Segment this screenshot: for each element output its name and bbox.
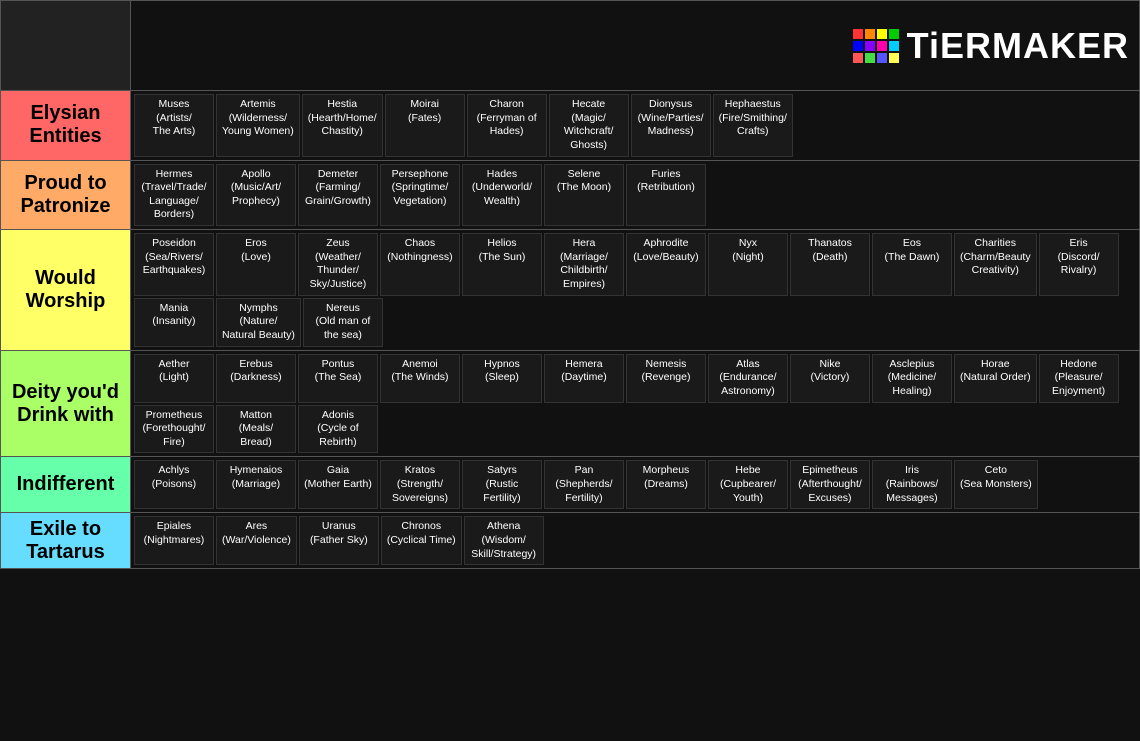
deity-card-athena[interactable]: Athena (Wisdom/ Skill/Strategy)	[464, 516, 544, 565]
tier-row-patronize: Proud to PatronizeHermes (Travel/Trade/ …	[1, 160, 1140, 230]
deity-card-satyrs[interactable]: Satyrs (Rustic Fertility)	[462, 460, 542, 509]
deity-card-hestia[interactable]: Hestia (Hearth/Home/ Chastity)	[302, 94, 383, 157]
deity-card-eos[interactable]: Eos (The Dawn)	[872, 233, 952, 296]
tier-row-exile: Exile to TartarusEpiales (Nightmares)Are…	[1, 513, 1140, 569]
deity-card-hermes[interactable]: Hermes (Travel/Trade/ Language/ Borders)	[134, 164, 214, 227]
deity-card-eris[interactable]: Eris (Discord/ Rivalry)	[1039, 233, 1119, 296]
deity-card-pan[interactable]: Pan (Shepherds/ Fertility)	[544, 460, 624, 509]
tier-label-worship: Would Worship	[1, 230, 131, 350]
tier-table: TiERMAKER Elysian EntitiesMuses (Artists…	[0, 0, 1140, 569]
deity-card-aether[interactable]: Aether (Light)	[134, 354, 214, 403]
deity-card-iris[interactable]: Iris (Rainbows/ Messages)	[872, 460, 952, 509]
tier-label-patronize: Proud to Patronize	[1, 160, 131, 230]
deity-card-hypnos[interactable]: Hypnos (Sleep)	[462, 354, 542, 403]
tier-label-indifferent: Indifferent	[1, 457, 131, 513]
deity-card-asclepius[interactable]: Asclepius (Medicine/ Healing)	[872, 354, 952, 403]
deity-card-pontus[interactable]: Pontus (The Sea)	[298, 354, 378, 403]
deity-card-selene[interactable]: Selene (The Moon)	[544, 164, 624, 227]
deity-card-charon[interactable]: Charon (Ferryman of Hades)	[467, 94, 547, 157]
deity-card-nymphs[interactable]: Nymphs (Nature/ Natural Beauty)	[216, 298, 301, 347]
deity-card-epimetheus[interactable]: Epimetheus (Afterthought/ Excuses)	[790, 460, 870, 509]
deity-card-poseidon[interactable]: Poseidon (Sea/Rivers/ Earthquakes)	[134, 233, 214, 296]
deity-card-ceto[interactable]: Ceto (Sea Monsters)	[954, 460, 1038, 509]
deity-card-hedone[interactable]: Hedone (Pleasure/ Enjoyment)	[1039, 354, 1119, 403]
deity-card-hymenaios[interactable]: Hymenaios (Marriage)	[216, 460, 296, 509]
deity-card-nike[interactable]: Nike (Victory)	[790, 354, 870, 403]
deity-card-eros[interactable]: Eros (Love)	[216, 233, 296, 296]
deity-card-mania[interactable]: Mania (Insanity)	[134, 298, 214, 347]
deity-card-furies[interactable]: Furies (Retribution)	[626, 164, 706, 227]
logo-text: TiERMAKER	[907, 25, 1129, 67]
deity-card-charities[interactable]: Charities (Charm/Beauty Creativity)	[954, 233, 1037, 296]
tier-label-elysian: Elysian Entities	[1, 91, 131, 161]
deity-card-epiales[interactable]: Epiales (Nightmares)	[134, 516, 214, 565]
deity-card-morpheus[interactable]: Morpheus (Dreams)	[626, 460, 706, 509]
tier-content-elysian: Muses (Artists/ The Arts)Artemis (Wilder…	[130, 91, 1139, 161]
deity-card-horae[interactable]: Horae (Natural Order)	[954, 354, 1037, 403]
deity-card-aphrodite[interactable]: Aphrodite (Love/Beauty)	[626, 233, 706, 296]
tier-content-worship: Poseidon (Sea/Rivers/ Earthquakes)Eros (…	[130, 230, 1139, 350]
deity-card-hephaestus[interactable]: Hephaestus (Fire/Smithing/ Crafts)	[713, 94, 793, 157]
tier-content-exile: Epiales (Nightmares)Ares (War/Violence)U…	[130, 513, 1139, 569]
tier-label-exile: Exile to Tartarus	[1, 513, 131, 569]
deity-card-kratos[interactable]: Kratos (Strength/ Sovereigns)	[380, 460, 460, 509]
deity-card-moirai[interactable]: Moirai (Fates)	[385, 94, 465, 157]
deity-card-achlys[interactable]: Achlys (Poisons)	[134, 460, 214, 509]
tier-row-drink: Deity you'd Drink withAether (Light)Ereb…	[1, 350, 1140, 457]
deity-card-nyx[interactable]: Nyx (Night)	[708, 233, 788, 296]
deity-card-muses[interactable]: Muses (Artists/ The Arts)	[134, 94, 214, 157]
deity-card-erebus[interactable]: Erebus (Darkness)	[216, 354, 296, 403]
deity-card-gaia[interactable]: Gaia (Mother Earth)	[298, 460, 378, 509]
deity-card-atlas[interactable]: Atlas (Endurance/ Astronomy)	[708, 354, 788, 403]
deity-card-hades[interactable]: Hades (Underworld/ Wealth)	[462, 164, 542, 227]
deity-card-apollo[interactable]: Apollo (Music/Art/ Prophecy)	[216, 164, 296, 227]
tiermaker-logo: TiERMAKER	[130, 1, 1139, 91]
tier-row-elysian: Elysian EntitiesMuses (Artists/ The Arts…	[1, 91, 1140, 161]
deity-card-chaos[interactable]: Chaos (Nothingness)	[380, 233, 460, 296]
deity-card-ares[interactable]: Ares (War/Violence)	[216, 516, 297, 565]
tier-content-indifferent: Achlys (Poisons)Hymenaios (Marriage)Gaia…	[130, 457, 1139, 513]
deity-card-dionysus[interactable]: Dionysus (Wine/Parties/ Madness)	[631, 94, 711, 157]
tier-content-patronize: Hermes (Travel/Trade/ Language/ Borders)…	[130, 160, 1139, 230]
deity-card-zeus[interactable]: Zeus (Weather/ Thunder/ Sky/Justice)	[298, 233, 378, 296]
deity-card-nemesis[interactable]: Nemesis (Revenge)	[626, 354, 706, 403]
deity-card-chronos[interactable]: Chronos (Cyclical Time)	[381, 516, 462, 565]
deity-card-uranus[interactable]: Uranus (Father Sky)	[299, 516, 379, 565]
deity-card-artemis[interactable]: Artemis (Wilderness/ Young Women)	[216, 94, 300, 157]
tier-content-drink: Aether (Light)Erebus (Darkness)Pontus (T…	[130, 350, 1139, 457]
deity-card-hebe[interactable]: Hebe (Cupbearer/ Youth)	[708, 460, 788, 509]
deity-card-adonis[interactable]: Adonis (Cycle of Rebirth)	[298, 405, 378, 454]
deity-card-thanatos[interactable]: Thanatos (Death)	[790, 233, 870, 296]
deity-card-hecate[interactable]: Hecate (Magic/ Witchcraft/ Ghosts)	[549, 94, 629, 157]
deity-card-matton[interactable]: Matton (Meals/ Bread)	[216, 405, 296, 454]
deity-card-helios[interactable]: Helios (The Sun)	[462, 233, 542, 296]
tier-label-drink: Deity you'd Drink with	[1, 350, 131, 457]
deity-card-persephone[interactable]: Persephone (Springtime/ Vegetation)	[380, 164, 460, 227]
header-label-cell	[1, 1, 131, 91]
tier-row-worship: Would WorshipPoseidon (Sea/Rivers/ Earth…	[1, 230, 1140, 350]
deity-card-anemoi[interactable]: Anemoi (The Winds)	[380, 354, 460, 403]
deity-card-nereus[interactable]: Nereus (Old man of the sea)	[303, 298, 383, 347]
deity-card-prometheus[interactable]: Prometheus (Forethought/ Fire)	[134, 405, 214, 454]
tier-row-indifferent: IndifferentAchlys (Poisons)Hymenaios (Ma…	[1, 457, 1140, 513]
deity-card-hera[interactable]: Hera (Marriage/ Childbirth/ Empires)	[544, 233, 624, 296]
logo-grid	[853, 29, 899, 63]
deity-card-hemera[interactable]: Hemera (Daytime)	[544, 354, 624, 403]
deity-card-demeter[interactable]: Demeter (Farming/ Grain/Growth)	[298, 164, 378, 227]
